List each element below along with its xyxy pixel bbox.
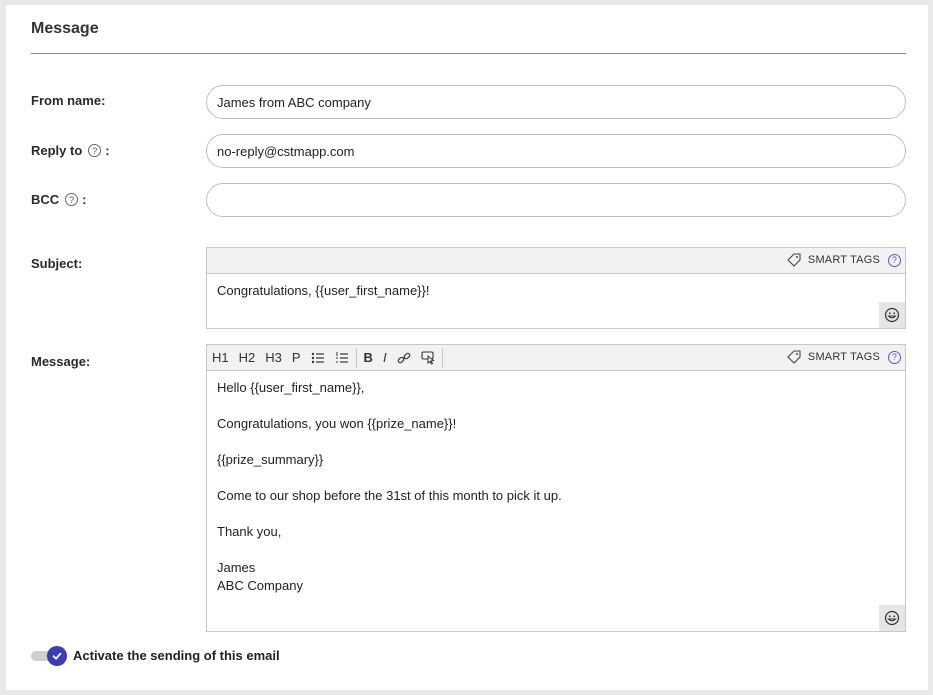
subject-content[interactable]: Congratulations, {{user_first_name}}! (207, 274, 905, 328)
emoji-button[interactable] (879, 605, 905, 631)
toolbar-separator (355, 347, 357, 368)
italic-button[interactable]: I (378, 346, 392, 370)
bold-button[interactable]: B (359, 346, 378, 370)
link-button[interactable] (392, 346, 416, 370)
tag-icon (787, 350, 801, 364)
bcc-input[interactable] (206, 183, 906, 217)
numbered-list-icon (335, 351, 348, 363)
check-icon (47, 645, 67, 666)
bcc-label: BCC ? : (31, 192, 87, 207)
message-line: Congratulations, you won {{prize_name}}! (217, 416, 457, 431)
emoji-button[interactable] (879, 302, 905, 328)
numbered-list-button[interactable] (330, 346, 354, 370)
from-name-input[interactable] (206, 85, 906, 119)
emoji-icon (884, 610, 900, 626)
heading1-button[interactable]: H1 (207, 346, 234, 370)
message-editor: H1 H2 H3 P B I SMART TAGS ? Hello {{user… (206, 344, 906, 632)
message-line (217, 541, 895, 559)
help-icon[interactable]: ? (88, 144, 102, 157)
button-insert-button[interactable] (416, 346, 440, 370)
reply-to-input[interactable] (206, 134, 906, 168)
bullet-list-button[interactable] (306, 346, 330, 370)
tag-icon (787, 253, 801, 267)
smart-tags-help-icon[interactable]: ? (888, 350, 901, 364)
message-line (217, 469, 895, 487)
emoji-icon (884, 307, 900, 323)
reply-to-label: Reply to ? : (31, 143, 110, 158)
divider (31, 53, 906, 54)
message-line: {{prize_summary}} (217, 452, 324, 467)
smart-tags-help-icon[interactable]: ? (888, 253, 901, 267)
message-line: Thank you, (217, 524, 282, 539)
smart-tags-button[interactable]: SMART TAGS ? (787, 345, 901, 369)
link-icon (397, 352, 410, 363)
paragraph-button[interactable]: P (287, 346, 306, 370)
from-name-label: From name: (31, 93, 106, 108)
pointer-button-icon (421, 350, 435, 365)
help-icon[interactable]: ? (65, 193, 79, 206)
message-line (217, 505, 895, 523)
subject-toolbar: SMART TAGS ? (207, 248, 905, 274)
section-title: Message (31, 20, 99, 37)
message-line: ABC Company (217, 578, 303, 593)
smart-tags-button[interactable]: SMART TAGS ? (787, 248, 901, 272)
message-label: Message: (31, 354, 91, 369)
heading2-button[interactable]: H2 (234, 346, 261, 370)
bullet-list-icon (311, 352, 324, 363)
subject-label: Subject: (31, 256, 83, 271)
activate-toggle-row: Activate the sending of this email (31, 645, 280, 666)
message-line: Come to our shop before the 31st of this… (217, 488, 562, 503)
activate-toggle[interactable] (31, 645, 67, 666)
activate-label: Activate the sending of this email (73, 648, 280, 663)
message-line: James (217, 560, 256, 575)
message-toolbar: H1 H2 H3 P B I SMART TAGS ? (207, 345, 905, 371)
subject-editor: SMART TAGS ? Congratulations, {{user_fir… (206, 247, 906, 329)
toolbar-separator (441, 347, 443, 368)
message-line (217, 433, 895, 451)
message-settings-card: Message From name: Reply to ? : BCC ? : … (6, 5, 928, 690)
message-content[interactable]: Hello {{user_first_name}}, Congratulatio… (207, 371, 905, 631)
message-line (217, 397, 895, 415)
message-line: Hello {{user_first_name}}, (217, 380, 365, 395)
heading3-button[interactable]: H3 (260, 346, 287, 370)
